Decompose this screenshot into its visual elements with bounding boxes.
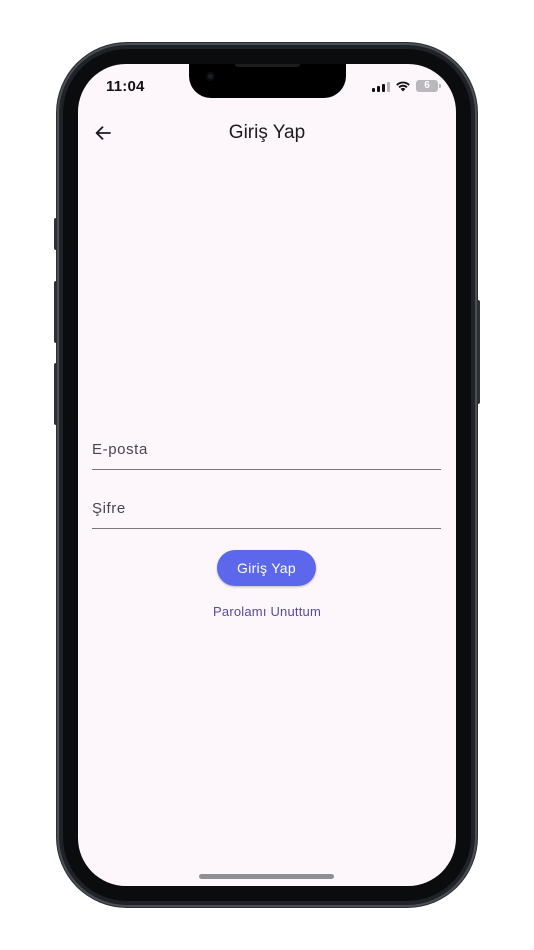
cellular-signal-icon	[372, 81, 390, 92]
battery-icon: 6	[416, 80, 441, 92]
status-indicators: 6	[372, 80, 441, 92]
email-input[interactable]	[92, 429, 441, 469]
login-button[interactable]: Giriş Yap	[217, 550, 316, 586]
password-input[interactable]	[92, 488, 441, 528]
password-field	[92, 488, 441, 529]
front-camera	[206, 72, 215, 81]
stage: 11:04 6 Giriş Yap E-posta Giriş Yap Paro…	[0, 0, 534, 950]
email-field	[92, 429, 441, 470]
status-time: 11:04	[106, 78, 145, 95]
earpiece-speaker	[235, 64, 300, 67]
phone-screen: 11:04 6 Giriş Yap E-posta Giriş Yap Paro…	[78, 64, 456, 886]
wifi-icon	[396, 81, 410, 92]
home-indicator[interactable]	[199, 874, 334, 879]
notch	[189, 64, 346, 98]
page-title: Giriş Yap	[228, 122, 306, 143]
forgot-password-link[interactable]: Parolamı Unuttum	[78, 604, 456, 619]
